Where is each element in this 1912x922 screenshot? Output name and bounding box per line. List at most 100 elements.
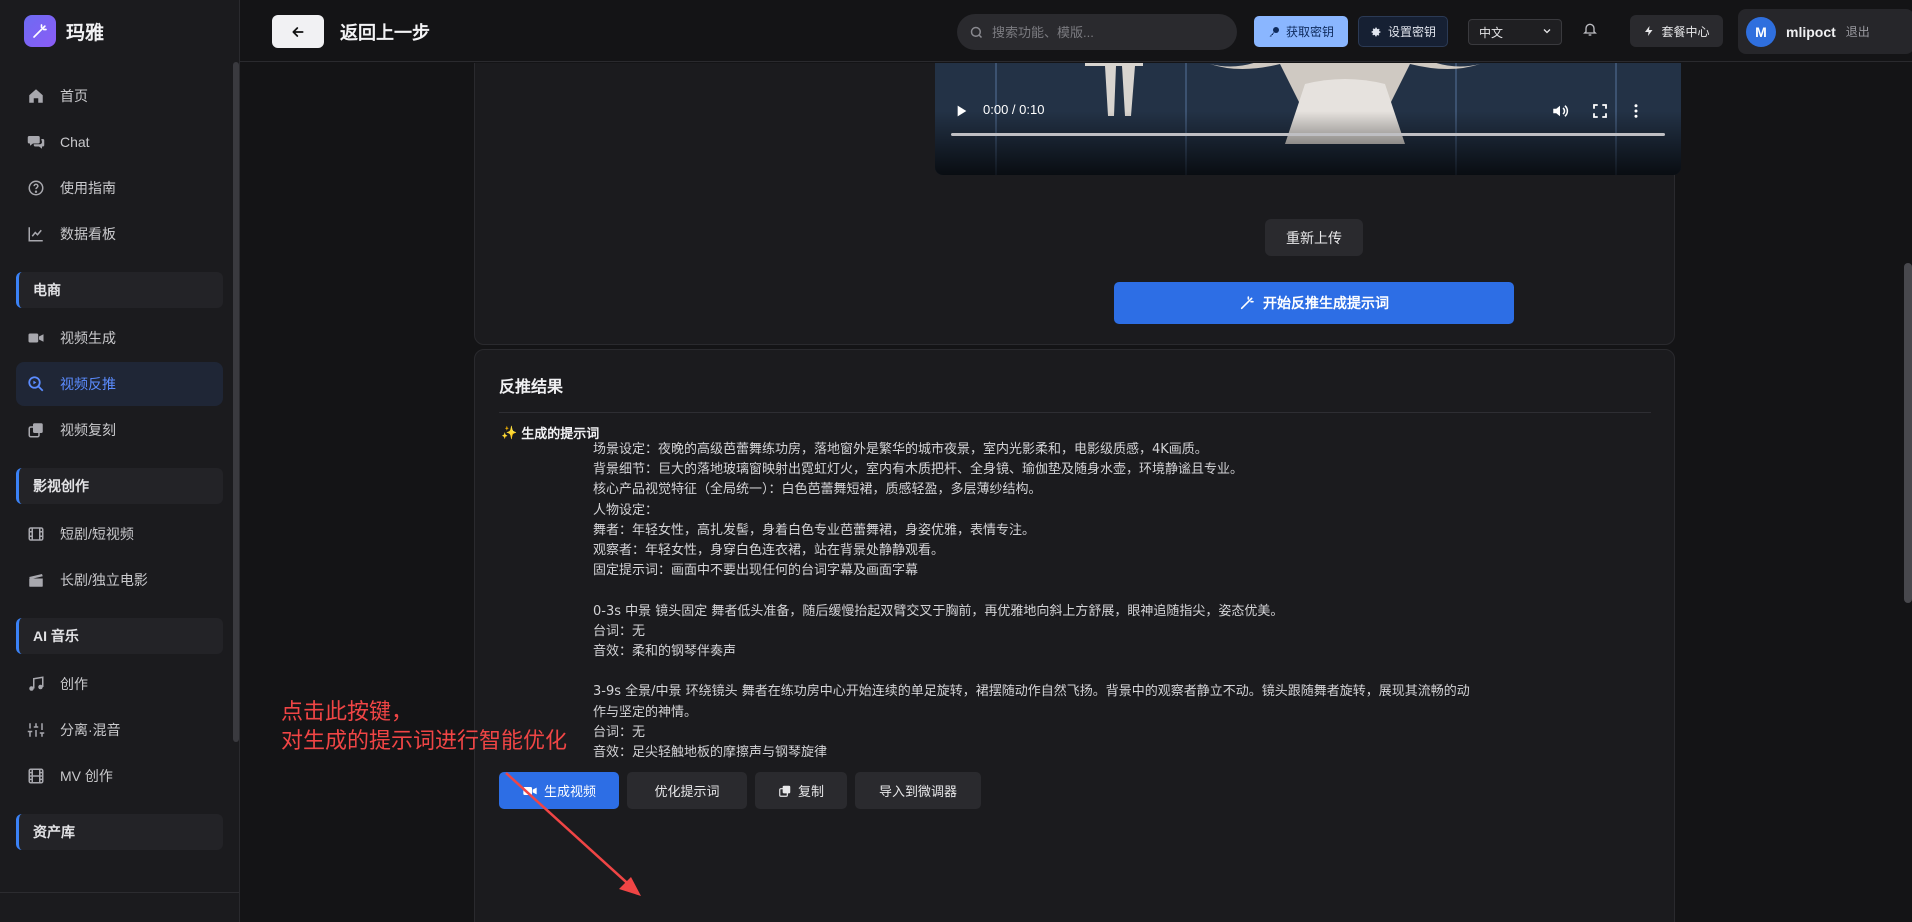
prompt-line: 0-3s 中景 镜头固定 舞者低头准备，随后缓慢抬起双臂交叉于胸前，再优雅地向斜… xyxy=(593,603,1284,619)
get-key-label: 获取密钥 xyxy=(1285,25,1334,39)
sidebar-scrollbar[interactable] xyxy=(233,62,239,742)
sidebar-nav: 首页 Chat 使用指南 数据看板 电商 视频生成 视频反推 视频复刻 影视创作 xyxy=(0,62,239,850)
sidebar-item-guide[interactable]: 使用指南 xyxy=(16,166,223,210)
optimize-prompt-button[interactable]: 优化提示词 xyxy=(627,772,747,809)
section-assets: 资产库 xyxy=(16,814,223,850)
clapperboard-icon xyxy=(26,570,46,590)
sidebar-item-chat[interactable]: Chat xyxy=(16,120,223,164)
magic-wand-logo-icon xyxy=(24,15,56,47)
main-content: 0:00 / 0:10 重新上传 开始反推生成提示词 反推结果 ✨ 生成的提示词… xyxy=(240,63,1912,922)
film-icon xyxy=(26,524,46,544)
logout-link[interactable]: 退出 xyxy=(1846,23,1870,40)
sidebar-item-label: 长剧/独立电影 xyxy=(60,572,148,588)
copy-icon xyxy=(779,785,791,797)
video-progress-bar[interactable] xyxy=(951,133,1665,136)
generate-video-button[interactable]: 生成视频 xyxy=(499,772,619,809)
prompt-line: 背景细节：巨大的落地玻璃窗映射出霓虹灯火，室内有木质把杆、全身镜、瑜伽垫及随身水… xyxy=(593,462,1244,478)
video-player[interactable]: 0:00 / 0:10 xyxy=(935,63,1681,175)
user-menu[interactable]: M mlipoct 退出 xyxy=(1738,9,1912,54)
sliders-icon xyxy=(26,720,46,740)
get-key-button[interactable]: 获取密钥 xyxy=(1254,16,1348,47)
main-scrollbar[interactable] xyxy=(1904,263,1912,603)
annotation-text: 点击此按键， 对生成的提示词进行智能优化 xyxy=(281,697,567,755)
volume-icon[interactable] xyxy=(1551,102,1569,120)
sidebar-item-label: 短剧/短视频 xyxy=(60,526,134,542)
bell-icon[interactable] xyxy=(1582,21,1598,42)
sidebar-item-music-create[interactable]: 创作 xyxy=(16,662,223,706)
sidebar-item-mv[interactable]: MV 创作 xyxy=(16,754,223,798)
sidebar-item-video-replicate[interactable]: 视频复刻 xyxy=(16,408,223,452)
top-header: 返回上一步 获取密钥 设置密钥 中文 套餐中心 M mlipoct 退出 xyxy=(240,0,1912,62)
start-reverse-button[interactable]: 开始反推生成提示词 xyxy=(1114,282,1514,324)
sidebar-item-dashboard[interactable]: 数据看板 xyxy=(16,212,223,256)
prompt-line: 核心产品视觉特征（全局统一）：白色芭蕾舞短裙，质感轻盈，多层薄纱结构。 xyxy=(593,482,1042,498)
more-vertical-icon[interactable] xyxy=(1627,102,1645,120)
import-to-tuner-button[interactable]: 导入到微调器 xyxy=(855,772,981,809)
video-camera-icon xyxy=(523,786,537,795)
annotation-line-2: 对生成的提示词进行智能优化 xyxy=(281,728,568,753)
back-button[interactable] xyxy=(272,15,324,48)
sidebar-item-mix[interactable]: 分离·混音 xyxy=(16,708,223,752)
sidebar-item-video-generate[interactable]: 视频生成 xyxy=(16,316,223,360)
prompt-line xyxy=(593,662,1553,682)
sparkles-icon: ✨ xyxy=(501,424,518,440)
prompt-line: 台词：无 xyxy=(593,623,646,639)
search-box[interactable] xyxy=(957,14,1237,50)
upload-card: 0:00 / 0:10 重新上传 开始反推生成提示词 xyxy=(474,63,1681,345)
sidebar-item-label: 数据看板 xyxy=(60,226,116,242)
plan-center-label: 套餐中心 xyxy=(1661,24,1710,39)
set-key-button[interactable]: 设置密钥 xyxy=(1358,16,1448,47)
result-card: 反推结果 ✨ 生成的提示词 场景设定：夜晚的高级芭蕾舞练功房，落地窗外是繁华的城… xyxy=(474,349,1675,922)
prompt-line: 观察者：年轻女性，身穿白色连衣裙，站在背景处静静观看。 xyxy=(593,543,945,559)
search-input[interactable] xyxy=(992,24,1212,40)
copy-button[interactable]: 复制 xyxy=(755,772,847,809)
home-icon xyxy=(26,86,46,106)
prompt-line: 音效：足尖轻触地板的摩擦声与钢琴旋律 xyxy=(593,745,828,761)
help-circle-icon xyxy=(26,178,46,198)
generate-video-label: 生成视频 xyxy=(543,784,596,799)
play-icon[interactable] xyxy=(953,103,969,119)
sidebar-item-home[interactable]: 首页 xyxy=(16,74,223,118)
result-actions: 生成视频 优化提示词 复制 导入到微调器 xyxy=(499,772,981,809)
sidebar-item-label: 使用指南 xyxy=(60,180,116,196)
prompt-line: 人物设定： xyxy=(593,502,659,518)
prompt-line: 台词：无 xyxy=(593,724,646,740)
result-title: 反推结果 xyxy=(499,379,564,396)
import-label: 导入到微调器 xyxy=(878,784,957,799)
page-title: 返回上一步 xyxy=(340,23,430,43)
annotation-line-1: 点击此按键， xyxy=(281,699,414,724)
lightning-icon xyxy=(1645,26,1653,36)
fullscreen-icon[interactable] xyxy=(1591,102,1609,120)
set-key-label: 设置密钥 xyxy=(1387,25,1436,39)
sidebar-item-label: MV 创作 xyxy=(60,768,113,784)
sidebar-item-label: 视频复刻 xyxy=(60,422,116,438)
key-icon xyxy=(1269,26,1279,36)
music-note-icon xyxy=(26,674,46,694)
divider xyxy=(499,412,1651,413)
video-camera-icon xyxy=(26,328,46,348)
video-controls xyxy=(935,111,1681,175)
prompt-line: 舞者：年轻女性，高扎发髻，身着白色专业芭蕾舞裙，身姿优雅，表情专注。 xyxy=(593,522,1036,538)
prompt-line: 音效：柔和的钢琴伴奏声 xyxy=(593,644,737,660)
magic-wand-icon xyxy=(1240,296,1254,310)
reupload-button[interactable]: 重新上传 xyxy=(1265,219,1363,256)
brand[interactable]: 玛雅 xyxy=(0,0,239,62)
sidebar-item-label: 分离·混音 xyxy=(60,722,121,738)
sidebar-item-long-drama[interactable]: 长剧/独立电影 xyxy=(16,558,223,602)
sidebar-footer xyxy=(0,892,239,922)
chat-icon xyxy=(26,132,46,152)
sidebar: 玛雅 首页 Chat 使用指南 数据看板 电商 视频生成 视频反推 视频复刻 影… xyxy=(0,0,240,922)
video-time: 0:00 / 0:10 xyxy=(983,102,1045,117)
arrow-left-icon xyxy=(292,26,304,37)
sidebar-item-video-reverse[interactable]: 视频反推 xyxy=(16,362,223,406)
plan-center-button[interactable]: 套餐中心 xyxy=(1630,15,1723,47)
sidebar-item-label: 视频生成 xyxy=(60,330,116,346)
chart-line-icon xyxy=(26,224,46,244)
language-select[interactable]: 中文 xyxy=(1468,19,1562,45)
sidebar-item-short-drama[interactable]: 短剧/短视频 xyxy=(16,512,223,556)
gear-icon xyxy=(1371,27,1381,36)
section-ecommerce: 电商 xyxy=(16,272,223,308)
prompt-line: 场景设定：夜晚的高级芭蕾舞练功房，落地窗外是繁华的城市夜景，室内光影柔和，电影级… xyxy=(593,442,1208,457)
start-reverse-label: 开始反推生成提示词 xyxy=(1263,295,1389,311)
prompt-line: 作与坚定的神情。 xyxy=(593,704,698,720)
